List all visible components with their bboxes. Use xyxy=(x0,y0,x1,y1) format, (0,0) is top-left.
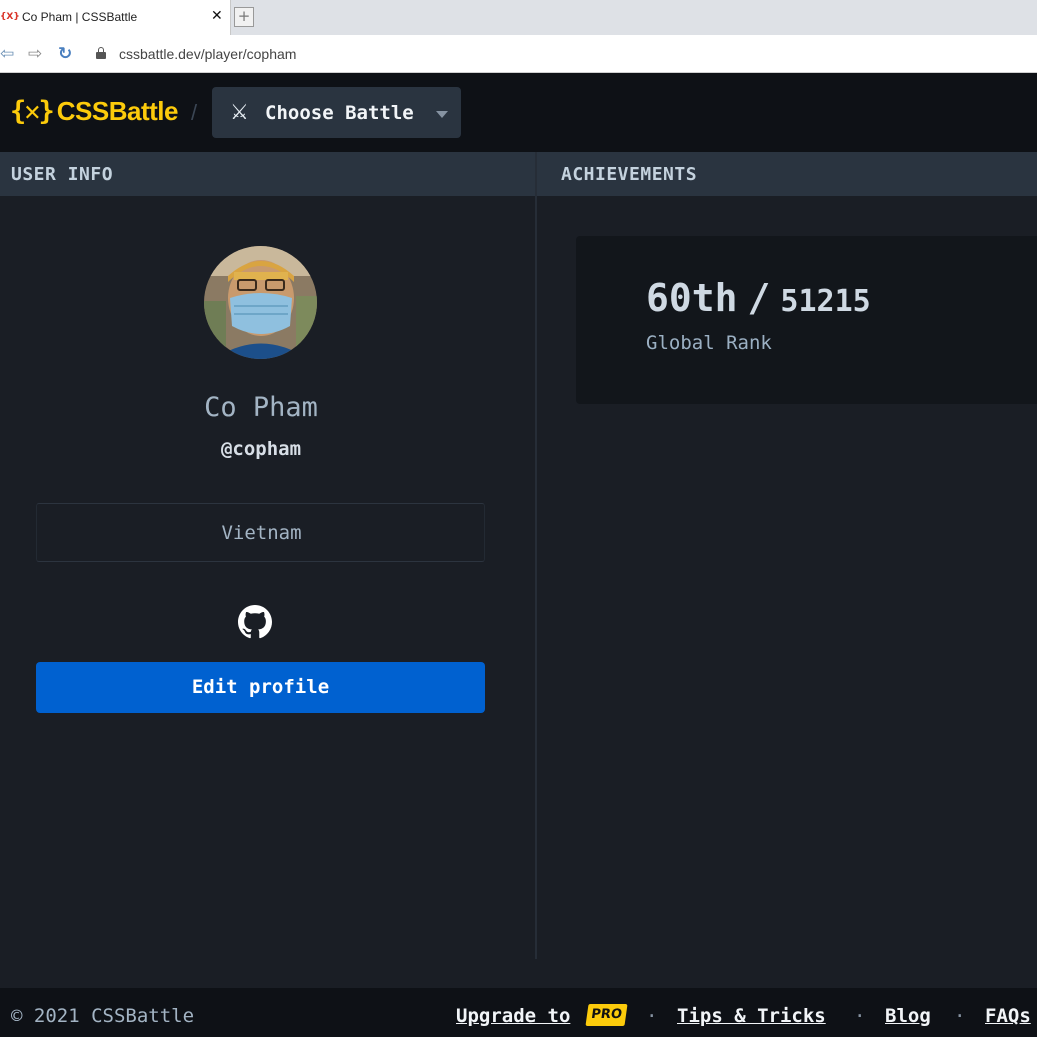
url-field[interactable]: cssbattle.dev/player/copham xyxy=(119,46,296,62)
choose-battle-dropdown[interactable]: ⚔ Choose Battle xyxy=(212,87,461,138)
rank-separator: / xyxy=(747,276,771,320)
rank-label: Global Rank xyxy=(646,332,772,354)
choose-battle-label: Choose Battle xyxy=(265,102,414,124)
browser-tabstrip: {X} Co Pham | CSSBattle ✕ + xyxy=(0,0,1037,35)
footer-separator: · xyxy=(646,1005,658,1027)
avatar xyxy=(204,246,317,359)
achievements-title: ACHIEVEMENTS xyxy=(561,164,698,185)
back-arrow-icon[interactable]: ⇦ xyxy=(0,44,14,64)
github-icon[interactable] xyxy=(238,605,272,639)
blog-link[interactable]: Blog xyxy=(885,1005,931,1027)
copyright: © 2021 CSSBattle xyxy=(11,1005,195,1027)
edit-profile-button[interactable]: Edit profile xyxy=(36,662,485,713)
lock-icon xyxy=(96,47,106,59)
country-label: Vietnam xyxy=(221,522,302,544)
logo[interactable]: {✕} CSSBattle xyxy=(10,96,178,127)
breadcrumb-separator: / xyxy=(191,100,198,125)
rank-line: 60th/ 51215 xyxy=(646,276,871,320)
user-info-header: USER INFO xyxy=(0,152,535,196)
global-rank-card: 60th/ 51215 Global Rank xyxy=(576,236,1037,404)
panel-divider xyxy=(535,152,537,959)
logo-mark-icon: {✕} xyxy=(10,96,55,127)
user-info-title: USER INFO xyxy=(11,164,114,185)
logo-text: CSSBattle xyxy=(56,96,179,126)
player-name: Co Pham xyxy=(204,392,318,423)
reload-icon[interactable]: ↻ xyxy=(58,44,72,64)
chevron-down-icon xyxy=(436,111,448,118)
footer-separator: · xyxy=(854,1005,866,1027)
pro-badge[interactable]: PRO xyxy=(585,1004,628,1026)
total-players: 51215 xyxy=(780,284,871,319)
close-icon[interactable]: ✕ xyxy=(211,8,223,24)
favicon-icon: {X} xyxy=(0,12,20,22)
achievements-header: ACHIEVEMENTS xyxy=(537,152,1037,196)
browser-tab[interactable]: {X} Co Pham | CSSBattle ✕ xyxy=(0,0,231,35)
swords-icon: ⚔ xyxy=(230,100,249,124)
player-handle: @copham xyxy=(220,438,302,460)
new-tab-button[interactable]: + xyxy=(234,7,254,27)
upgrade-link[interactable]: Upgrade to xyxy=(456,1005,570,1027)
tips-tricks-link[interactable]: Tips & Tricks xyxy=(677,1005,826,1027)
footer: © 2021 CSSBattle Upgrade to PRO · Tips &… xyxy=(0,988,1037,1037)
tab-title: Co Pham | CSSBattle xyxy=(22,10,138,24)
rank-value: 60th xyxy=(646,276,738,320)
forward-arrow-icon[interactable]: ⇨ xyxy=(28,44,42,64)
faqs-link[interactable]: FAQs xyxy=(985,1005,1031,1027)
country-box: Vietnam xyxy=(36,503,485,562)
address-bar: ⇦ ⇨ ↻ cssbattle.dev/player/copham xyxy=(0,35,1037,73)
footer-separator: · xyxy=(954,1005,966,1027)
